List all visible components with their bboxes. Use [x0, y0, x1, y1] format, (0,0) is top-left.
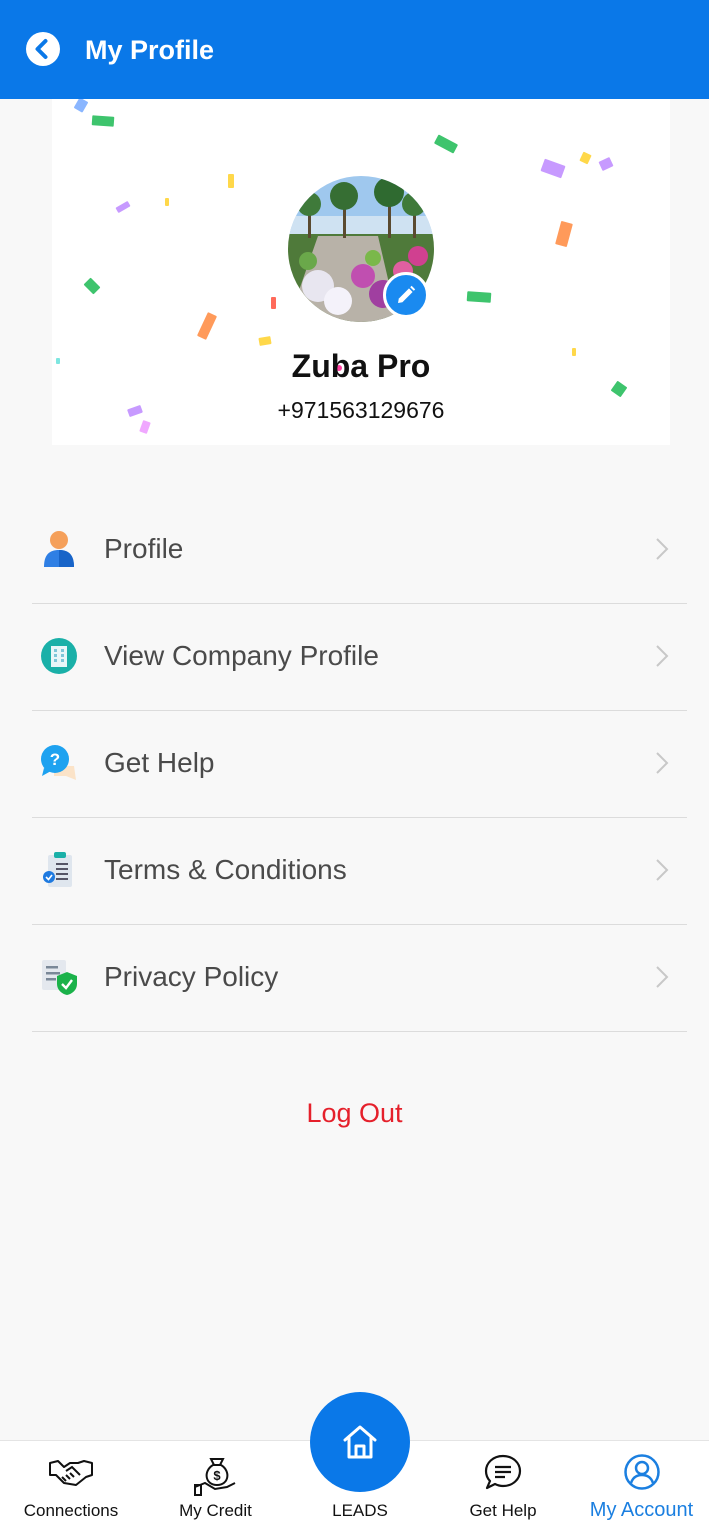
svg-text:$: $	[213, 1468, 221, 1483]
menu-item-privacy[interactable]: Privacy Policy	[32, 925, 687, 1032]
nav-my-credit[interactable]: $ My Credit	[142, 1441, 289, 1534]
profile-name: Zuba Pro	[291, 348, 431, 384]
building-icon	[41, 638, 77, 674]
nav-label: My Account	[589, 1499, 694, 1521]
chat-bubble-icon	[484, 1454, 522, 1490]
menu-item-label: View Company Profile	[104, 640, 379, 671]
profile-card: Zuba Pro +971563129676	[52, 99, 670, 445]
money-bag-icon: $	[193, 1458, 235, 1496]
menu-item-profile[interactable]: Profile	[32, 497, 687, 604]
profile-phone: +971563129676	[277, 397, 445, 423]
menu-item-get-help[interactable]: ? Get Help	[32, 711, 687, 818]
menu-item-label: Get Help	[104, 747, 215, 778]
nav-label: Get Help	[469, 1501, 537, 1520]
logout-button[interactable]: Log Out	[0, 1095, 709, 1131]
chevron-right-icon	[656, 966, 669, 988]
menu-item-company-profile[interactable]: View Company Profile	[32, 604, 687, 711]
shield-check-icon	[42, 960, 77, 995]
handshake-icon	[49, 1460, 93, 1486]
home-icon	[343, 1425, 377, 1459]
user-icon	[44, 531, 74, 567]
account-menu: Profile View Company Profile ? Get Help	[32, 497, 687, 1032]
pencil-icon	[398, 285, 416, 303]
nav-label-leads: LEADS	[332, 1501, 388, 1520]
menu-item-label: Terms & Conditions	[104, 854, 347, 885]
nav-label: Connections	[23, 1501, 119, 1520]
edit-avatar-button[interactable]	[383, 272, 429, 318]
menu-item-label: Profile	[104, 533, 184, 564]
clipboard-icon	[43, 852, 72, 887]
menu-item-label: Privacy Policy	[104, 961, 279, 992]
leads-home-button[interactable]	[310, 1392, 410, 1492]
nav-connections[interactable]: Connections	[0, 1441, 142, 1534]
nav-my-account[interactable]: My Account	[574, 1441, 709, 1534]
menu-item-terms[interactable]: Terms & Conditions	[32, 818, 687, 925]
nav-label: My Credit	[179, 1501, 252, 1520]
nav-get-help[interactable]: Get Help	[432, 1441, 574, 1534]
chevron-left-icon	[35, 39, 48, 59]
chevron-right-icon	[656, 538, 669, 560]
back-button[interactable]	[26, 32, 60, 66]
help-chat-icon: ?	[41, 745, 76, 780]
chevron-right-icon	[656, 859, 669, 881]
chevron-right-icon	[656, 752, 669, 774]
app-header: My Profile	[0, 0, 709, 99]
svg-text:?: ?	[50, 750, 60, 769]
account-circle-icon	[623, 1454, 660, 1490]
chevron-right-icon	[656, 645, 669, 667]
page-title: My Profile	[85, 35, 215, 65]
